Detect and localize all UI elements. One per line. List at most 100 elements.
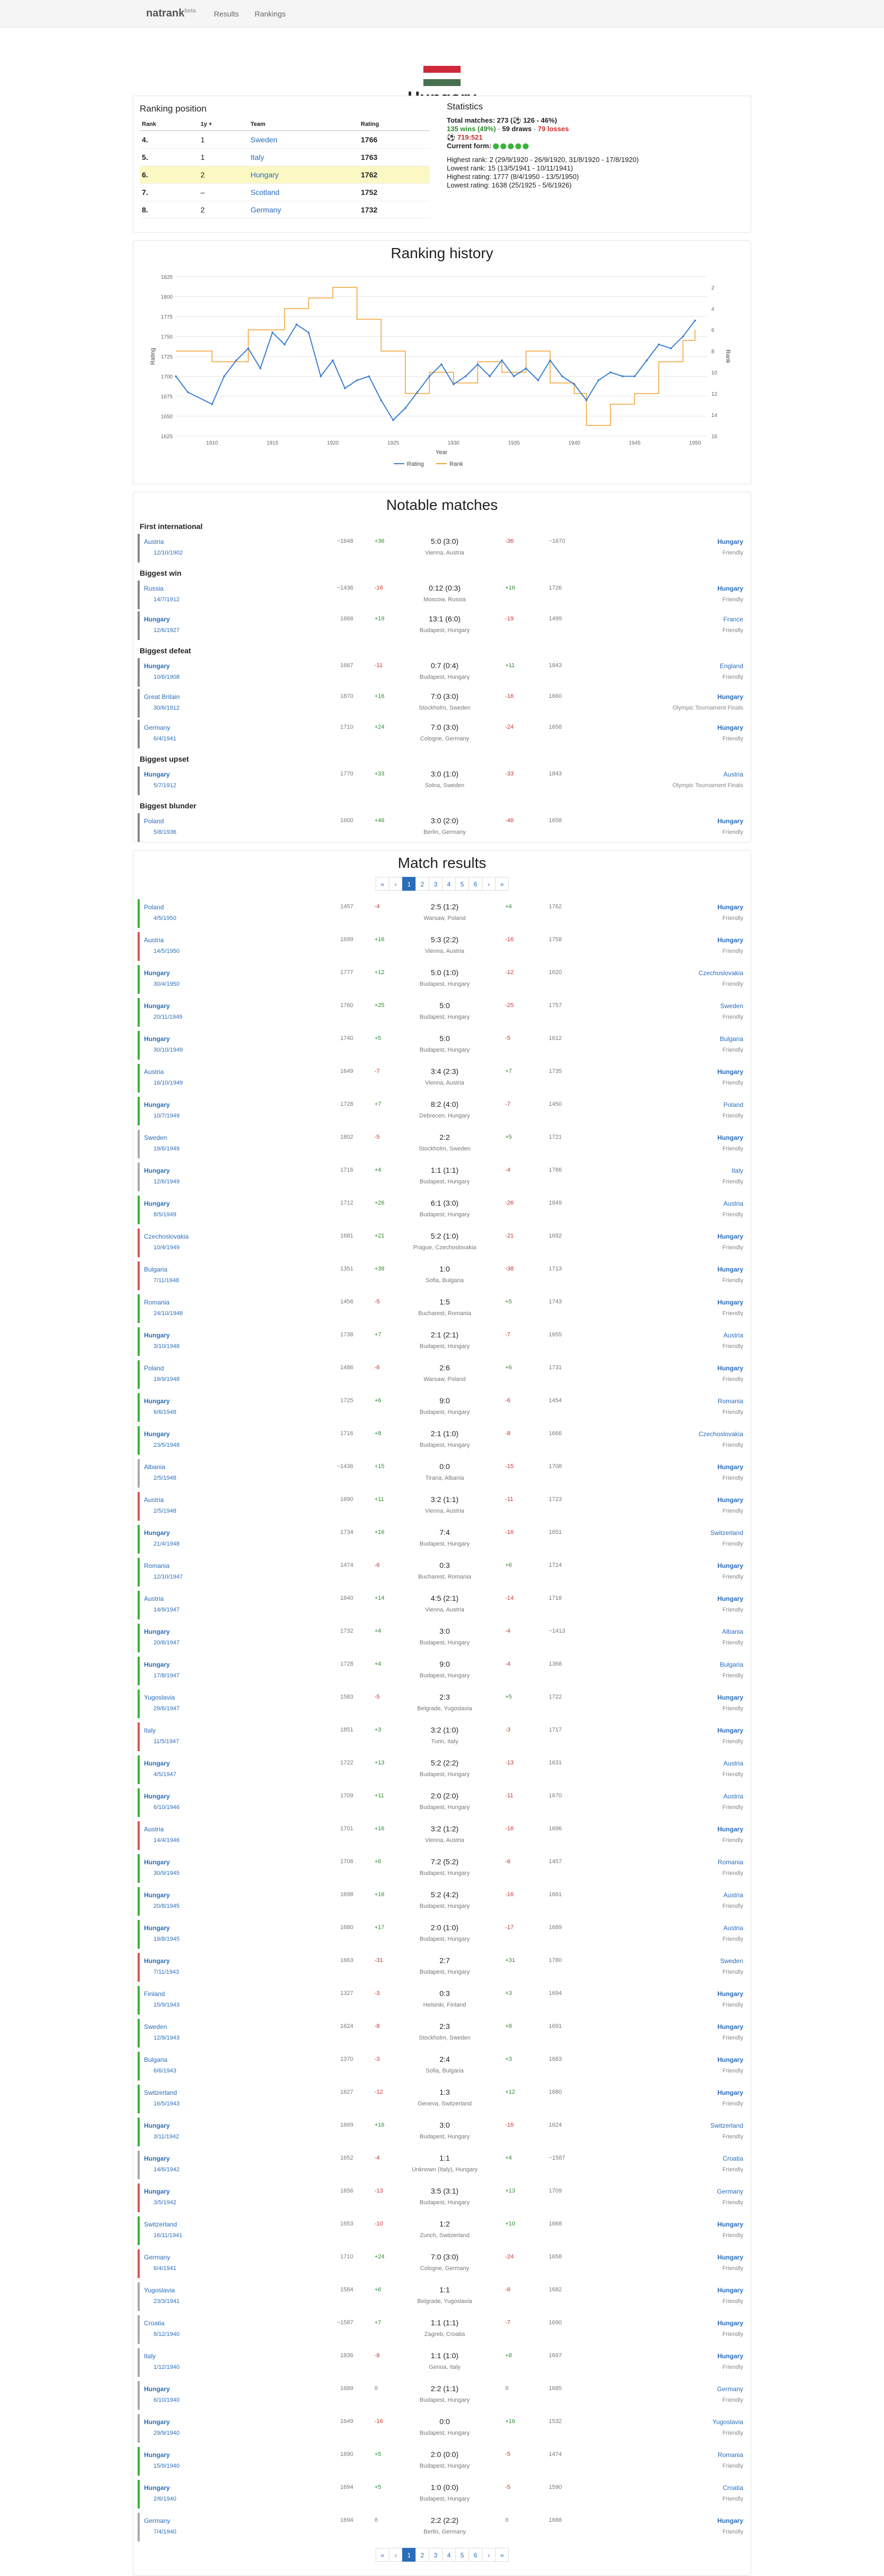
away-team[interactable]: Austria bbox=[584, 771, 743, 778]
match-row[interactable]: Hungary 30/9/1945 1706 +6 7:2 (5:2) Budapest,… bbox=[138, 1854, 747, 1883]
away-team[interactable]: Germany bbox=[584, 2188, 743, 2195]
page-link[interactable]: 3 bbox=[429, 2548, 443, 2562]
home-team[interactable]: Hungary bbox=[144, 2122, 314, 2129]
home-team[interactable]: Bulgaria bbox=[144, 2056, 314, 2063]
match-score[interactable]: 3:0 bbox=[392, 2121, 498, 2129]
home-team[interactable]: Switzerland bbox=[144, 2089, 314, 2096]
home-team[interactable]: Hungary bbox=[144, 969, 314, 977]
match-date[interactable]: 8/12/1940 bbox=[154, 2331, 180, 2338]
match-date[interactable]: 10/6/1908 bbox=[154, 674, 180, 680]
match-row[interactable]: Hungary 6/6/1948 1725 +6 9:0 Budapest, Hungar… bbox=[138, 1393, 747, 1422]
ranking-cell-team[interactable]: Germany bbox=[248, 201, 359, 219]
match-date[interactable]: 7/11/1943 bbox=[154, 1969, 179, 1975]
match-score[interactable]: 5:0 (1:0) bbox=[392, 968, 498, 977]
home-team[interactable]: Hungary bbox=[144, 1628, 314, 1635]
away-team[interactable]: Hungary bbox=[584, 1727, 743, 1734]
home-team[interactable]: Hungary bbox=[144, 2155, 314, 2162]
match-score[interactable]: 2:6 bbox=[392, 1363, 498, 1372]
match-date[interactable]: 29/6/1947 bbox=[154, 1705, 180, 1712]
match-row[interactable]: Austria 14/4/1946 1701 +16 3:2 (1:2) Vienna, … bbox=[138, 1821, 747, 1850]
match-row[interactable]: Hungary 23/5/1948 1716 +8 2:1 (1:0) Budapest,… bbox=[138, 1426, 747, 1455]
page-link[interactable]: 5 bbox=[455, 877, 469, 891]
match-date[interactable]: 14/5/1950 bbox=[154, 948, 180, 954]
match-row[interactable]: Hungary 20/8/1947 1732 +4 3:0 Budapest, Hunga… bbox=[138, 1624, 747, 1652]
away-team[interactable]: Switzerland bbox=[584, 2122, 743, 2129]
away-team[interactable]: Hungary bbox=[584, 2319, 743, 2327]
match-score[interactable]: 0:0 bbox=[392, 1462, 498, 1471]
home-team[interactable]: Germany bbox=[144, 2254, 314, 2261]
home-team[interactable]: Hungary bbox=[144, 1430, 314, 1438]
match-score[interactable]: 1:5 bbox=[392, 1298, 498, 1306]
match-row[interactable]: Hungary 12/6/1927 1666 +19 13:1 (6:0) Budapes… bbox=[138, 611, 747, 640]
page-link[interactable]: 6 bbox=[469, 877, 482, 891]
match-score[interactable]: 5:0 bbox=[392, 1001, 498, 1010]
home-team[interactable]: Hungary bbox=[144, 1661, 314, 1668]
match-score[interactable]: 5:2 (4:2) bbox=[392, 1890, 498, 1899]
away-team[interactable]: Hungary bbox=[584, 2352, 743, 2360]
match-date[interactable]: 24/10/1948 bbox=[154, 1310, 183, 1317]
match-score[interactable]: 1:0 bbox=[392, 1265, 498, 1273]
match-row[interactable]: Switzerland 16/11/1941 1653 -10 1:2 Zurich, S… bbox=[138, 2216, 747, 2245]
match-date[interactable]: 10/4/1949 bbox=[154, 1244, 180, 1251]
home-team[interactable]: Hungary bbox=[144, 662, 314, 670]
home-team[interactable]: Albania bbox=[144, 1463, 314, 1471]
match-row[interactable]: Hungary 30/4/1950 1777 +12 5:0 (1:0) Budapest… bbox=[138, 965, 747, 994]
away-team[interactable]: Austria bbox=[584, 1760, 743, 1767]
match-row[interactable]: Albania 2/5/1948 ~1436 +15 0:0 Tirana, Albani… bbox=[138, 1459, 747, 1488]
home-team[interactable]: Poland bbox=[144, 817, 314, 825]
match-date[interactable]: 5/7/1912 bbox=[154, 782, 176, 789]
match-score[interactable]: 7:0 (3:0) bbox=[392, 692, 498, 701]
match-date[interactable]: 30/9/1945 bbox=[154, 1870, 180, 1876]
home-team[interactable]: Hungary bbox=[144, 2484, 314, 2492]
match-score[interactable]: 1:1 (1:1) bbox=[392, 2318, 498, 2327]
match-score[interactable]: 2:4 bbox=[392, 2055, 498, 2063]
match-row[interactable]: Hungary 8/5/1949 1712 +26 6:1 (3:0) Budapest,… bbox=[138, 1196, 747, 1224]
match-row[interactable]: Hungary 12/6/1949 1716 +4 1:1 (1:1) Budapest,… bbox=[138, 1163, 747, 1191]
away-team[interactable]: Yugoslavia bbox=[584, 2418, 743, 2426]
page-link[interactable]: › bbox=[482, 2548, 496, 2562]
match-row[interactable]: Italy 1/12/1940 1836 -8 1:1 (1:0) Genoa, Ital… bbox=[138, 2348, 747, 2377]
match-score[interactable]: 0:0 bbox=[392, 2417, 498, 2426]
match-date[interactable]: 19/9/1948 bbox=[154, 1376, 180, 1383]
match-date[interactable]: 14/7/1912 bbox=[154, 596, 180, 603]
match-score[interactable]: 2:0 (2:0) bbox=[392, 1792, 498, 1800]
match-row[interactable]: Hungary 20/8/1945 1698 +16 5:2 (4:2) Budapest… bbox=[138, 1887, 747, 1916]
away-team[interactable]: Hungary bbox=[584, 2287, 743, 2294]
away-team[interactable]: Romania bbox=[584, 1397, 743, 1405]
page-link[interactable]: 2 bbox=[415, 2548, 429, 2562]
match-score[interactable]: 0:7 (0:4) bbox=[392, 661, 498, 670]
home-team[interactable]: Sweden bbox=[144, 1134, 314, 1141]
match-score[interactable]: 1:1 (1:1) bbox=[392, 1166, 498, 1174]
match-date[interactable]: 3/5/1942 bbox=[154, 2199, 176, 2206]
away-team[interactable]: Hungary bbox=[584, 1826, 743, 1833]
match-row[interactable]: Hungary 6/10/1940 1689 8 2:2 (1:1) Budapest, … bbox=[138, 2381, 747, 2410]
home-team[interactable]: Czechoslovakia bbox=[144, 1233, 314, 1240]
match-date[interactable]: 12/10/1902 bbox=[154, 550, 183, 556]
home-team[interactable]: Italy bbox=[144, 2352, 314, 2360]
home-team[interactable]: Yugoslavia bbox=[144, 1694, 314, 1701]
ranking-cell-team[interactable]: Scotland bbox=[248, 183, 359, 201]
match-date[interactable]: 12/10/1947 bbox=[154, 1574, 183, 1580]
home-team[interactable]: Hungary bbox=[144, 1760, 314, 1767]
match-date[interactable]: 6/6/1943 bbox=[154, 2068, 176, 2074]
match-score[interactable]: 1:1 bbox=[392, 2285, 498, 2294]
match-row[interactable]: Hungary 5/7/1912 1770 +33 3:0 (1:0) Solna, Sw… bbox=[138, 766, 747, 795]
match-row[interactable]: Hungary 2/6/1940 1694 +5 1:0 (0:0) Budapest, … bbox=[138, 2480, 747, 2509]
home-team[interactable]: Italy bbox=[144, 1727, 314, 1734]
home-team[interactable]: Austria bbox=[144, 538, 314, 545]
home-team[interactable]: Germany bbox=[144, 724, 314, 731]
home-team[interactable]: Hungary bbox=[144, 1957, 314, 1965]
match-date[interactable]: 4/5/1950 bbox=[154, 915, 176, 922]
match-row[interactable]: Hungary 3/10/1948 1738 +7 2:1 (2:1) Budapest,… bbox=[138, 1327, 747, 1356]
page-link[interactable]: 3 bbox=[429, 877, 443, 891]
match-date[interactable]: 12/6/1927 bbox=[154, 627, 180, 634]
match-score[interactable]: 3:0 (1:0) bbox=[392, 770, 498, 778]
match-row[interactable]: Germany 6/4/1941 1710 +24 7:0 (3:0) Cologne, … bbox=[138, 720, 747, 748]
home-team[interactable]: Hungary bbox=[144, 616, 314, 623]
match-date[interactable]: 12/9/1943 bbox=[154, 2035, 180, 2041]
away-team[interactable]: Sweden bbox=[584, 1957, 743, 1965]
match-date[interactable]: 4/5/1947 bbox=[154, 1771, 176, 1778]
match-score[interactable]: 7:0 (3:0) bbox=[392, 2253, 498, 2261]
match-row[interactable]: Austria 12/10/1902 ~1648 +36 5:0 (3:0) Vienna… bbox=[138, 534, 747, 562]
away-team[interactable]: Hungary bbox=[584, 1595, 743, 1602]
